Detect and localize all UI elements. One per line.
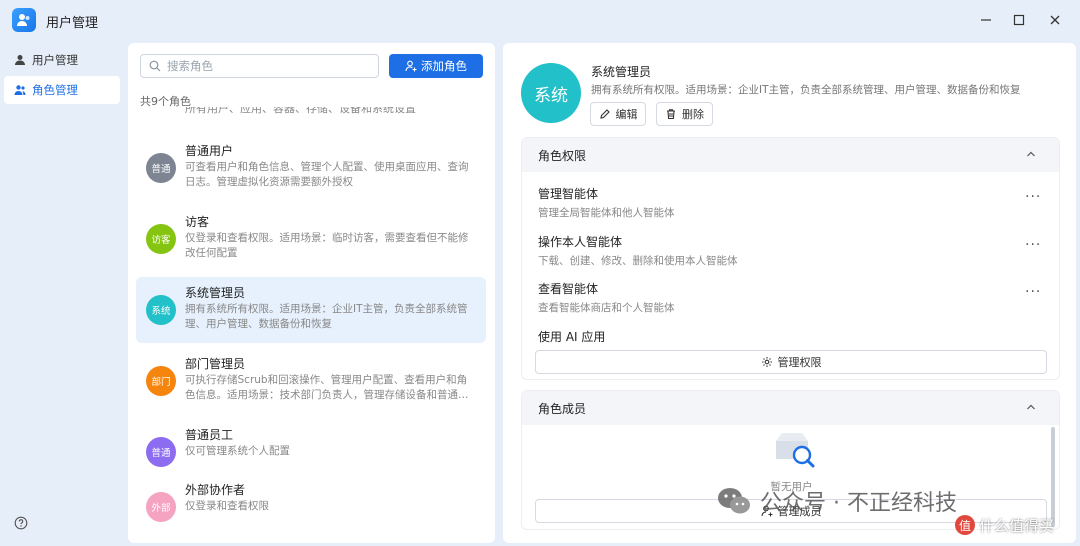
page-title: 系统管理员 [591,65,652,79]
trash-icon [665,108,677,120]
list-item[interactable]: 部门 部门管理员 可执行存储Scrub和回滚操作、管理用户配置、查看用户和角色信… [136,348,486,414]
sidebar-item-label: 用户管理 [32,53,78,67]
role-count: 共9个角色 [140,95,191,108]
edit-label: 编辑 [615,108,638,121]
role-desc: 仅可管理系统个人配置 [185,445,290,457]
list-item-selected[interactable]: 系统 系统管理员 拥有系统所有权限。适用场景：企业IT主管，负责全部系统管理、用… [136,277,486,343]
permissions-heading: 角色权限 [538,148,587,163]
add-role-button[interactable]: 添加角色 [389,54,483,78]
search-icon [149,60,161,72]
role-name: 部门管理员 [185,357,246,371]
chevron-up-icon[interactable] [1025,148,1037,160]
chevron-up-icon[interactable] [1025,401,1037,413]
permission-name: 操作本人智能体 [538,235,623,249]
role-name: 系统管理员 [185,286,246,300]
delete-label: 删除 [682,108,704,121]
permission-name: 使用 AI 应用 [538,330,606,344]
more-icon[interactable]: ··· [1025,189,1041,205]
permission-name: 管理智能体 [538,187,599,201]
delete-button[interactable]: 删除 [656,102,713,126]
search-input[interactable]: 搜索角色 [140,54,379,78]
permissions-header[interactable]: 角色权限 [522,138,1059,172]
permission-item: 管理智能体 管理全局智能体和他人智能体 [538,185,675,220]
scrollbar[interactable] [1051,427,1055,527]
empty-search-icon [772,429,816,469]
avatar: 系统 [146,295,176,325]
more-icon[interactable]: ··· [1025,284,1041,300]
permission-item: 查看智能体 查看智能体商店和个人智能体 [538,280,675,315]
list-item[interactable]: 访客 访客 仅登录和查看权限。适用场景：临时访客，需要查看但不能修改任何配置 [136,206,486,272]
permission-name: 查看智能体 [538,282,599,296]
help-icon[interactable] [14,516,28,530]
permission-desc: 查看智能体商店和个人智能体 [538,302,675,314]
edit-button[interactable]: 编辑 [590,102,646,126]
role-list-panel: 搜索角色 添加角色 共9个角色 所有用户、应用、容器、存储、设备和系统设置 普通… [128,43,495,543]
role-description: 拥有系统所有权限。适用场景：企业IT主管，负责全部系统管理、用户管理、数据备份和… [591,84,1021,96]
watermark-secondary-text: 什么值得买 [979,516,1055,535]
users-icon [14,84,26,96]
members-header[interactable]: 角色成员 [522,391,1059,425]
role-name: 普通员工 [185,428,234,442]
user-icon [14,54,26,66]
list-item[interactable]: 普通 普通用户 可查看用户和角色信息、管理个人配置、使用桌面应用、查询日志。管理… [136,135,486,201]
minimize-icon[interactable] [974,8,998,32]
avatar: 系统 [521,63,581,123]
more-icon[interactable]: ··· [1025,237,1041,253]
gear-icon [761,356,773,368]
watermark-secondary: 值 什么值得买 [955,514,1054,536]
add-role-label: 添加角色 [421,59,467,73]
smzdm-icon: 值 [955,515,975,535]
role-name: 访客 [185,215,210,229]
role-desc: 仅登录和查看权限。适用场景：临时访客，需要查看但不能修改任何配置 [185,232,469,259]
role-name: 普通用户 [185,144,234,158]
list-item[interactable]: 外部 外部协作者 仅登录和查看权限 [136,474,486,540]
avatar: 外部 [146,492,176,522]
sidebar-item-users[interactable]: 用户管理 [4,46,120,74]
list-item-partial: 所有用户、应用、容器、存储、设备和系统设置 [185,107,416,115]
avatar: 普通 [146,437,176,467]
avatar: 普通 [146,153,176,183]
search-placeholder: 搜索角色 [167,59,213,73]
wechat-icon [716,486,752,516]
manage-permissions-label: 管理权限 [777,356,822,369]
sidebar-item-roles[interactable]: 角色管理 [4,76,120,104]
add-user-icon [405,60,417,72]
role-name: 外部协作者 [185,483,246,497]
close-icon[interactable] [1043,8,1067,32]
watermark-text: 公众号 · 不正经科技 [760,491,957,516]
watermark: 公众号 · 不正经科技 [716,484,957,518]
permission-item: 操作本人智能体 下载、创建、修改、删除和使用本人智能体 [538,233,738,268]
role-desc: 仅登录和查看权限 [185,500,269,512]
role-desc: 可查看用户和角色信息、管理个人配置、使用桌面应用、查询日志。管理虚拟化资源需要额… [185,161,469,188]
permissions-card: 角色权限 管理智能体 管理全局智能体和他人智能体 ··· 操作本人智能体 下载、… [521,137,1060,380]
window-title: 用户管理 [46,16,99,31]
avatar: 部门 [146,366,176,396]
app-users-icon [12,8,36,32]
pencil-icon [599,108,611,120]
members-heading: 角色成员 [538,401,587,416]
permission-item: 使用 AI 应用 [538,328,605,345]
sidebar: 用户管理 角色管理 [0,42,124,546]
role-detail-panel: 系统 系统管理员 拥有系统所有权限。适用场景：企业IT主管，负责全部系统管理、用… [503,43,1076,543]
role-desc: 拥有系统所有权限。适用场景：企业IT主管，负责全部系统管理、用户管理、数据备份和… [185,303,468,330]
title-bar: 用户管理 [0,0,1080,40]
sidebar-item-label: 角色管理 [32,83,78,97]
permission-desc: 管理全局智能体和他人智能体 [538,207,675,219]
role-desc: 可执行存储Scrub和回滚操作、管理用户配置、查看用户和角色信息。适用场景：技术… [185,374,469,401]
avatar: 访客 [146,224,176,254]
maximize-icon[interactable] [1007,8,1031,32]
permission-desc: 下载、创建、修改、删除和使用本人智能体 [538,255,738,267]
manage-permissions-button[interactable]: 管理权限 [535,350,1047,374]
